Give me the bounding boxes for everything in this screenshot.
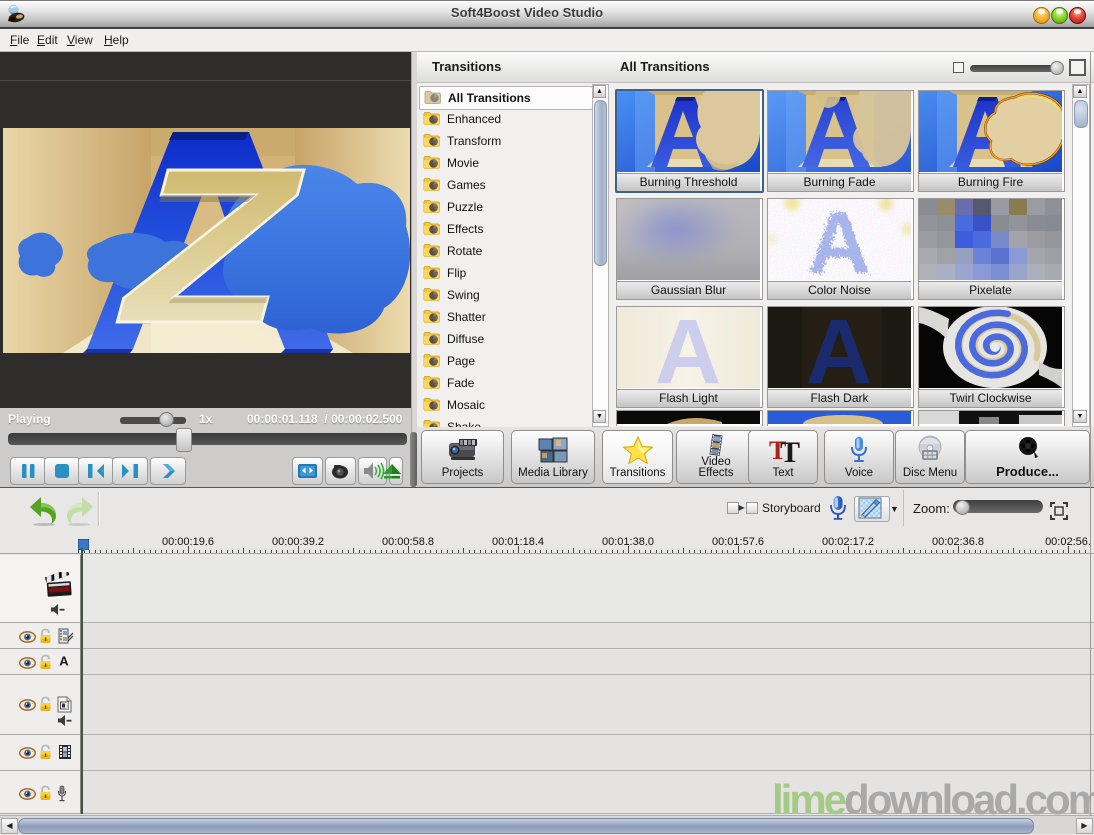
svg-text:A: A: [806, 307, 872, 388]
svg-text:A: A: [655, 307, 721, 388]
svg-text:A: A: [59, 654, 69, 667]
svg-text:T: T: [780, 436, 800, 465]
